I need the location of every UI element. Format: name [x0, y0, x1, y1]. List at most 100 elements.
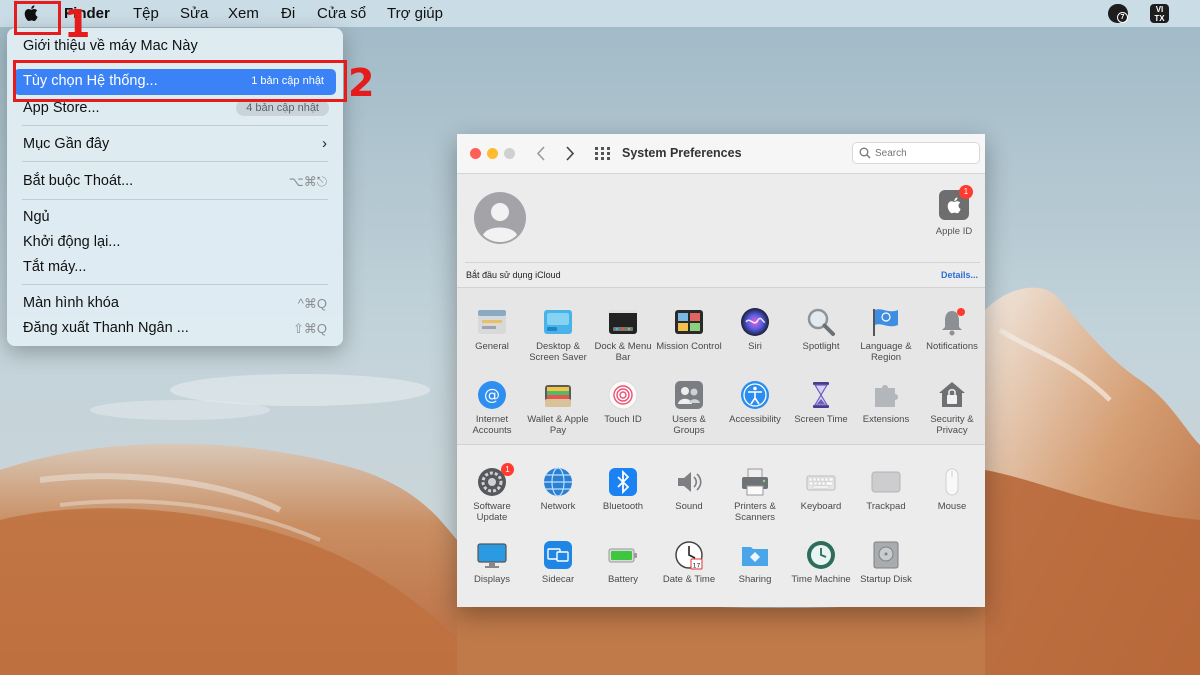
- menu-item-shut-down[interactable]: Tắt máy...: [23, 259, 86, 275]
- mouse-icon: [945, 468, 959, 496]
- status-notification-icon[interactable]: 7: [1108, 4, 1128, 23]
- menu-separator: [22, 125, 328, 126]
- pane-battery[interactable]: Battery: [590, 540, 656, 585]
- speaker-icon: [678, 472, 702, 492]
- apple-id-pane[interactable]: 1 Apple ID: [929, 185, 979, 237]
- software-update-badge: 1: [501, 463, 514, 476]
- dock-icon: [609, 310, 637, 334]
- window-title: System Preferences: [622, 146, 742, 160]
- back-arrow-icon[interactable]: [536, 146, 546, 161]
- pane-users-groups[interactable]: Users & Groups: [656, 380, 722, 436]
- pane-wallet-apple-pay[interactable]: Wallet & Apple Pay: [525, 380, 591, 436]
- pane-label: Wallet & Apple Pay: [527, 414, 589, 436]
- general-icon: [478, 310, 506, 334]
- minimize-window-button[interactable]: [487, 148, 498, 159]
- pane-keyboard[interactable]: Keyboard: [788, 467, 854, 512]
- pane-security-privacy[interactable]: Security & Privacy: [919, 380, 985, 436]
- annotation-number-2: 2: [348, 61, 375, 105]
- pane-label: Software Update: [473, 501, 511, 523]
- at-icon: @: [478, 381, 506, 409]
- annotation-number-1: 1: [64, 2, 91, 46]
- pane-language-region[interactable]: Language & Region: [853, 307, 919, 363]
- pane-mission-control[interactable]: Mission Control: [656, 307, 722, 352]
- users-icon: [675, 381, 703, 409]
- flag-icon: [873, 309, 898, 336]
- menu-file[interactable]: Tệp: [133, 5, 159, 22]
- user-avatar-icon[interactable]: [474, 192, 526, 244]
- pane-displays[interactable]: Displays: [459, 540, 525, 585]
- pane-general[interactable]: General: [459, 307, 525, 352]
- battery-icon: [608, 548, 637, 563]
- pane-label: Date & Time: [662, 574, 716, 585]
- pane-printers-scanners[interactable]: Printers & Scanners: [722, 467, 788, 523]
- pane-sidecar[interactable]: Sidecar: [525, 540, 591, 585]
- disk-icon: [873, 541, 899, 569]
- menu-edit[interactable]: Sửa: [180, 5, 208, 22]
- menu-item-sleep[interactable]: Ngủ: [23, 209, 50, 225]
- siri-icon: [741, 308, 769, 336]
- pane-label: Extensions: [862, 414, 910, 425]
- pane-desktop-screen-saver[interactable]: Desktop & Screen Saver: [525, 307, 591, 363]
- pane-label: Users & Groups: [672, 414, 706, 436]
- pane-touch-id[interactable]: Touch ID: [590, 380, 656, 425]
- pane-label: Mission Control: [656, 341, 722, 352]
- search-field[interactable]: [852, 142, 980, 164]
- forward-arrow-icon[interactable]: [565, 146, 575, 161]
- pane-network[interactable]: Network: [525, 467, 591, 512]
- zoom-window-button[interactable]: [504, 148, 515, 159]
- menu-view[interactable]: Xem: [228, 5, 259, 22]
- menu-help[interactable]: Trợ giúp: [387, 5, 443, 22]
- pane-notifications[interactable]: Notifications: [919, 307, 985, 352]
- log-out-shortcut: ⇧⌘Q: [292, 321, 327, 336]
- pane-extensions[interactable]: Extensions: [853, 380, 919, 425]
- menu-item-about-this-mac[interactable]: Giới thiệu về máy Mac Này: [23, 38, 198, 54]
- menu-item-app-store[interactable]: App Store...: [23, 100, 100, 116]
- mission-control-icon: [675, 310, 703, 334]
- pane-trackpad[interactable]: Trackpad: [853, 467, 919, 512]
- pane-spotlight[interactable]: Spotlight: [788, 307, 854, 352]
- pane-sharing[interactable]: Sharing: [722, 540, 788, 585]
- pane-time-machine[interactable]: Time Machine: [788, 540, 854, 585]
- menu-item-log-out[interactable]: Đăng xuất Thanh Ngân ...: [23, 320, 189, 336]
- pane-label: Startup Disk: [860, 574, 912, 585]
- svg-text:17: 17: [693, 563, 701, 570]
- pane-screen-time[interactable]: Screen Time: [788, 380, 854, 425]
- pane-startup-disk[interactable]: Startup Disk: [853, 540, 919, 585]
- pane-label: Desktop & Screen Saver: [529, 341, 587, 363]
- lock-screen-shortcut: ^⌘Q: [297, 296, 327, 311]
- search-input[interactable]: [875, 146, 975, 161]
- system-preferences-window: System Preferences 1 Apple ID Bắt đầu sử…: [457, 134, 985, 607]
- accessibility-icon: [741, 381, 769, 409]
- apple-id-label: Apple ID: [935, 226, 973, 237]
- pane-internet-accounts[interactable]: @ Internet Accounts: [459, 380, 525, 436]
- pane-label: Internet Accounts: [472, 414, 512, 436]
- input-method-icon[interactable]: VI TX: [1150, 4, 1169, 23]
- pane-label: Displays: [474, 574, 510, 585]
- close-window-button[interactable]: [470, 148, 481, 159]
- status-count-badge: 7: [1117, 12, 1128, 23]
- apple-id-notification-badge: 1: [959, 185, 973, 199]
- menu-item-recent-items[interactable]: Mục Gần đây: [23, 136, 109, 152]
- bluetooth-icon: [609, 468, 637, 496]
- menu-item-lock-screen[interactable]: Màn hình khóa: [23, 295, 119, 311]
- pane-accessibility[interactable]: Accessibility: [722, 380, 788, 425]
- force-quit-shortcut: ⌥⌘⎋: [288, 174, 327, 189]
- house-lock-icon: [939, 382, 965, 407]
- details-link[interactable]: Details...: [941, 270, 978, 280]
- menu-window[interactable]: Cửa sổ: [317, 5, 366, 22]
- menu-item-force-quit[interactable]: Bắt buộc Thoát...: [23, 173, 133, 189]
- pane-sound[interactable]: Sound: [656, 467, 722, 512]
- pane-siri[interactable]: Siri: [722, 307, 788, 352]
- pane-date-time[interactable]: 17 Date & Time: [656, 540, 722, 585]
- menu-go[interactable]: Đi: [281, 5, 295, 22]
- pane-label: Siri: [748, 341, 762, 352]
- pane-bluetooth[interactable]: Bluetooth: [590, 467, 656, 512]
- pane-software-update[interactable]: 1 Software Update: [459, 463, 525, 523]
- pane-label: Screen Time: [794, 414, 848, 425]
- grid-view-icon[interactable]: [595, 147, 610, 160]
- pane-mouse[interactable]: Mouse: [919, 467, 985, 512]
- pane-dock-menu-bar[interactable]: Dock & Menu Bar: [590, 307, 656, 363]
- menu-item-restart[interactable]: Khởi động lại...: [23, 234, 120, 250]
- chevron-right-icon: ›: [322, 135, 327, 152]
- preferences-grid-bottom: 1 Software Update Network Bluetooth Soun…: [457, 444, 985, 607]
